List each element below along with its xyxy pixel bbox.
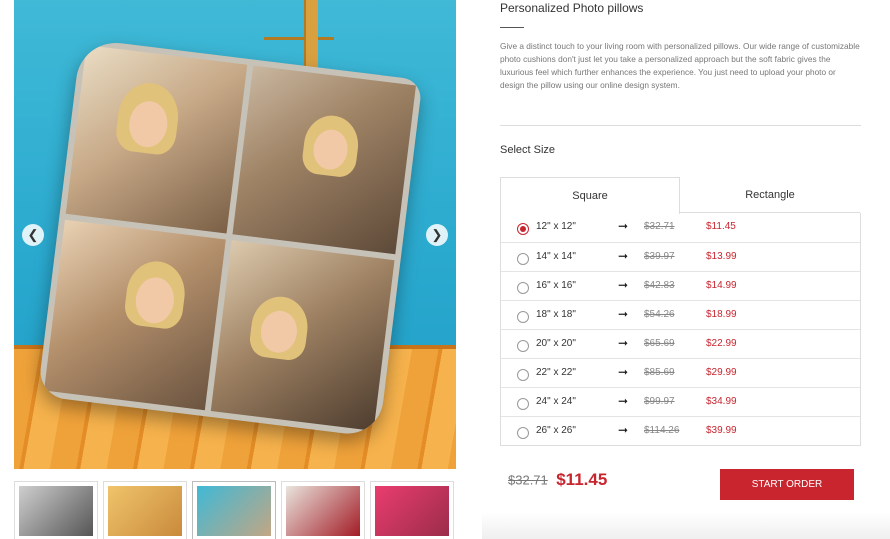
size-value: 14" x 14": [536, 251, 576, 262]
size-shape-tabs: Square Rectangle: [500, 177, 861, 214]
thumbnail-image: [375, 486, 449, 536]
gallery-prev-button[interactable]: ❮: [22, 224, 44, 246]
size-sale-price: $39.99: [706, 425, 737, 436]
size-value: 26" x 26": [536, 425, 576, 436]
size-radio[interactable]: [517, 311, 529, 323]
size-value: 20" x 20": [536, 338, 576, 349]
photo-pillow: [37, 38, 423, 438]
section-divider: [500, 125, 861, 126]
thumbnail-4[interactable]: [281, 481, 365, 539]
thumbnail-1[interactable]: [14, 481, 98, 539]
size-sale-price: $29.99: [706, 367, 737, 378]
size-original-price: $32.71: [644, 221, 675, 232]
sale-price: $11.45: [556, 470, 608, 489]
size-value: 12" x 12": [536, 221, 576, 232]
thumbnail-image: [108, 486, 182, 536]
size-sale-price: $22.99: [706, 338, 737, 349]
size-sale-price: $13.99: [706, 251, 737, 262]
size-sale-price: $18.99: [706, 309, 737, 320]
order-price: $32.71 $11.45: [508, 470, 607, 490]
bottom-shade: [482, 512, 890, 539]
size-option-row[interactable]: 14" x 14" ➞ $39.97 $13.99: [501, 242, 860, 271]
size-radio[interactable]: [517, 223, 529, 235]
thumbnail-2[interactable]: [103, 481, 187, 539]
size-original-price: $54.26: [644, 309, 675, 320]
arrow-right-icon: ➞: [618, 365, 629, 379]
size-original-price: $85.69: [644, 367, 675, 378]
size-option-row[interactable]: 20" x 20" ➞ $65.69 $22.99: [501, 329, 860, 358]
size-value: 16" x 16": [536, 280, 576, 291]
thumbnail-strip: [14, 481, 456, 539]
photo-tile-2: [232, 65, 416, 255]
thumbnail-image: [197, 486, 271, 536]
product-description: Give a distinct touch to your living roo…: [500, 41, 860, 90]
size-option-row[interactable]: 16" x 16" ➞ $42.83 $14.99: [501, 271, 860, 300]
arrow-right-icon: ➞: [618, 278, 629, 292]
size-option-row[interactable]: 26" x 26" ➞ $114.26 $39.99: [501, 416, 860, 445]
size-sale-price: $14.99: [706, 280, 737, 291]
tab-square[interactable]: Square: [500, 177, 680, 214]
size-original-price: $114.26: [644, 425, 680, 436]
original-price: $32.71: [508, 472, 548, 488]
tab-rectangle[interactable]: Rectangle: [680, 177, 860, 213]
start-order-button[interactable]: START ORDER: [720, 469, 854, 500]
size-radio[interactable]: [517, 253, 529, 265]
thumbnail-5[interactable]: [370, 481, 454, 539]
size-value: 24" x 24": [536, 396, 576, 407]
size-option-row[interactable]: 12" x 12" ➞ $32.71 $11.45: [501, 213, 860, 242]
size-radio[interactable]: [517, 369, 529, 381]
size-original-price: $65.69: [644, 338, 675, 349]
photo-tile-4: [210, 240, 395, 431]
product-image-gallery: ❮ ❯: [14, 0, 456, 469]
arrow-right-icon: ➞: [618, 423, 629, 437]
size-option-list: 12" x 12" ➞ $32.71 $11.45 14" x 14" ➞ $39.97 $1…: [500, 213, 861, 446]
size-option-row[interactable]: 18" x 18" ➞ $54.26 $18.99: [501, 300, 860, 329]
size-option-row[interactable]: 22" x 22" ➞ $85.69 $29.99: [501, 358, 860, 387]
thumbnail-3[interactable]: [192, 481, 276, 539]
arrow-right-icon: ➞: [618, 394, 629, 408]
photo-tile-1: [65, 45, 248, 234]
size-sale-price: $34.99: [706, 396, 737, 407]
arrow-right-icon: ➞: [618, 249, 629, 263]
title-underline: [500, 27, 524, 28]
thumbnail-image: [19, 486, 93, 536]
select-size-label: Select Size: [500, 144, 556, 156]
size-value: 22" x 22": [536, 367, 576, 378]
arrow-right-icon: ➞: [618, 307, 629, 321]
size-radio[interactable]: [517, 282, 529, 294]
size-sale-price: $11.45: [706, 221, 736, 232]
size-original-price: $42.83: [644, 280, 675, 291]
umbrella-frame: [264, 0, 334, 40]
arrow-right-icon: ➞: [618, 336, 629, 350]
size-radio[interactable]: [517, 398, 529, 410]
size-original-price: $99.97: [644, 396, 675, 407]
arrow-right-icon: ➞: [618, 219, 629, 233]
size-radio[interactable]: [517, 427, 529, 439]
gallery-next-button[interactable]: ❯: [426, 224, 448, 246]
product-title: Personalized Photo pillows: [500, 1, 644, 15]
size-value: 18" x 18": [536, 309, 576, 320]
main-product-image: [14, 0, 456, 469]
size-radio[interactable]: [517, 340, 529, 352]
size-option-row[interactable]: 24" x 24" ➞ $99.97 $34.99: [501, 387, 860, 416]
size-original-price: $39.97: [644, 251, 675, 262]
photo-tile-3: [44, 219, 226, 411]
thumbnail-image: [286, 486, 360, 536]
